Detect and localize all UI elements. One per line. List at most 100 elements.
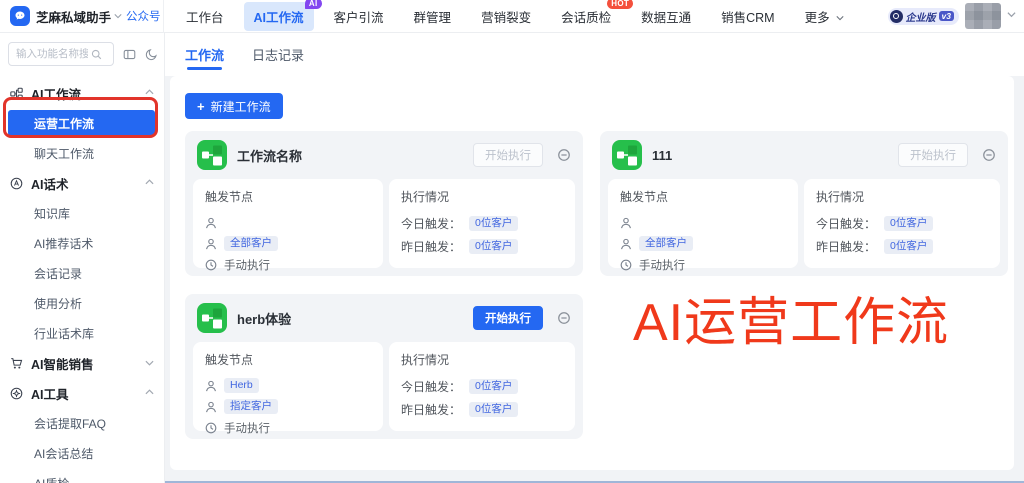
trigger-node-panel: 触发节点 Herb 指定客户 手动执行: [193, 342, 383, 431]
workflow-card: herb体验 开始执行 触发节点 Herb 指定客户: [185, 294, 583, 439]
clock-icon: [620, 259, 632, 271]
tab-workflow[interactable]: 工作流: [185, 33, 224, 76]
sidebar-item-ai-conversation-summary[interactable]: AI会话总结: [0, 438, 164, 468]
sidebar-item-operation-workflow[interactable]: 运营工作流: [8, 110, 155, 136]
workflow-panel: + 新建工作流 工作流名称 开始执行 触发节点 全部客户: [170, 76, 1014, 470]
person-icon: [205, 380, 217, 392]
sidebar-item-knowledge-base[interactable]: 知识库: [0, 198, 164, 228]
plan-badge[interactable]: 企业版 v3: [888, 8, 959, 25]
sidebar: AI工作流 运营工作流 聊天工作流 AI话术 知识库 AI推荐话术 会话记录 使…: [0, 33, 165, 483]
workflow-card-title: 111: [652, 148, 888, 163]
clock-icon: [205, 422, 217, 434]
chevron-down-icon: [145, 354, 154, 372]
app-window: 芝麻私域助手 公众号 工作台 AI工作流 AI 客户引流 群管理 营销裂变 会话…: [0, 0, 1024, 483]
start-run-button[interactable]: 开始执行: [898, 143, 968, 167]
trigger-node-panel: 触发节点 全部客户 手动执行: [193, 179, 383, 268]
sidebar-menu: AI工作流 运营工作流 聊天工作流 AI话术 知识库 AI推荐话术 会话记录 使…: [0, 78, 164, 483]
disable-circle-icon[interactable]: [557, 311, 571, 325]
sidebar-item-industry-script-library[interactable]: 行业话术库: [0, 318, 164, 348]
tab-log-records[interactable]: 日志记录: [252, 33, 304, 76]
execution-status-panel: 执行情况 今日触发： 0位客户 昨日触发： 0位客户: [389, 179, 575, 268]
topbar: 芝麻私域助手 公众号 工作台 AI工作流 AI 客户引流 群管理 营销裂变 会话…: [0, 0, 1024, 33]
nav-group-management[interactable]: 群管理: [404, 2, 462, 31]
topbar-right: 企业版 v3: [888, 3, 1024, 29]
execution-status-panel: 执行情况 今日触发： 0位客户 昨日触发： 0位客户: [389, 342, 575, 431]
sidebar-item-conversation-faq-extract[interactable]: 会话提取FAQ: [0, 408, 164, 438]
audience-tag: Herb: [224, 378, 259, 394]
hot-badge: HOT: [607, 0, 633, 9]
nav-data-exchange[interactable]: 数据互通: [631, 2, 701, 31]
tools-icon: [10, 387, 23, 400]
audience-tag: 全部客户: [639, 236, 693, 252]
sidebar-item-chat-workflow[interactable]: 聊天工作流: [0, 138, 164, 168]
sidebar-search-row: [8, 42, 158, 66]
nav-marketing-fission[interactable]: 营销裂变: [471, 2, 541, 31]
start-run-button[interactable]: 开始执行: [473, 143, 543, 167]
workflow-card-title: herb体验: [237, 309, 463, 328]
workflow-card: 111 开始执行 触发节点 全部客户 手动执行: [600, 131, 1008, 276]
brand-area[interactable]: 芝麻私域助手 公众号: [0, 0, 164, 33]
sidebar-item-ai-quality-check[interactable]: AI质检: [0, 468, 164, 483]
user-avatar[interactable]: [965, 3, 1001, 29]
today-trigger-count-tag: 0位客户: [469, 216, 518, 232]
version-badge: v3: [939, 11, 954, 21]
user-chevron-down-icon[interactable]: [1007, 10, 1016, 22]
person-icon: [205, 217, 217, 229]
new-workflow-button[interactable]: + 新建工作流: [185, 93, 283, 119]
nav-ai-workflow[interactable]: AI工作流 AI: [244, 2, 314, 31]
main-tabstrip: 工作流 日志记录: [165, 33, 1024, 76]
cart-icon: [10, 357, 23, 370]
person-icon: [620, 217, 632, 229]
nav-more[interactable]: 更多: [795, 2, 855, 31]
today-trigger-count-tag: 0位客户: [884, 216, 933, 232]
person-icon: [205, 401, 217, 413]
speech-icon: [10, 177, 23, 190]
chevron-up-icon: [145, 174, 154, 192]
today-trigger-count-tag: 0位客户: [469, 379, 518, 395]
nav-conversation-qc[interactable]: 会话质检 HOT: [551, 2, 621, 31]
sidebar-item-ai-recommended-scripts[interactable]: AI推荐话术: [0, 228, 164, 258]
dark-mode-moon-icon[interactable]: [145, 48, 158, 61]
brand-chevron-down-icon[interactable]: [114, 7, 122, 25]
disable-circle-icon[interactable]: [982, 148, 996, 162]
trigger-node-panel: 触发节点 全部客户 手动执行: [608, 179, 798, 268]
search-input[interactable]: [16, 48, 88, 60]
sidebar-section-ai-workflow[interactable]: AI工作流: [0, 78, 164, 108]
account-type-link[interactable]: 公众号: [126, 8, 161, 24]
person-icon: [620, 238, 632, 250]
yesterday-trigger-count-tag: 0位客户: [884, 239, 933, 255]
sidebar-section-ai-smart-sales[interactable]: AI智能销售: [0, 348, 164, 378]
yesterday-trigger-count-tag: 0位客户: [469, 239, 518, 255]
nav-customer-acquisition[interactable]: 客户引流: [324, 2, 394, 31]
sidebar-section-ai-scripts[interactable]: AI话术: [0, 168, 164, 198]
enterprise-icon: [890, 10, 903, 23]
collapse-sidebar-icon[interactable]: [123, 48, 136, 61]
search-input-wrap: [8, 42, 114, 66]
sidebar-item-conversation-records[interactable]: 会话记录: [0, 258, 164, 288]
disable-circle-icon[interactable]: [557, 148, 571, 162]
execution-status-panel: 执行情况 今日触发： 0位客户 昨日触发： 0位客户: [804, 179, 1000, 268]
nav-workbench[interactable]: 工作台: [176, 2, 234, 31]
chevron-up-icon: [145, 84, 154, 102]
nav-sales-crm[interactable]: 销售CRM: [711, 2, 784, 31]
workflow-green-icon: [197, 303, 227, 333]
more-chevron-down-icon: [836, 14, 844, 22]
audience-tag: 指定客户: [224, 399, 278, 415]
annotation-text: AI运营工作流: [633, 294, 949, 354]
ai-badge: AI: [305, 0, 322, 9]
workflow-card: 工作流名称 开始执行 触发节点 全部客户 手动执行: [185, 131, 583, 276]
sidebar-section-ai-tools[interactable]: AI工具: [0, 378, 164, 408]
yesterday-trigger-count-tag: 0位客户: [469, 402, 518, 418]
sidebar-item-usage-analysis[interactable]: 使用分析: [0, 288, 164, 318]
start-run-button[interactable]: 开始执行: [473, 306, 543, 330]
clock-icon: [205, 259, 217, 271]
search-icon: [91, 49, 102, 60]
workflow-green-icon: [612, 140, 642, 170]
workflow-green-icon: [197, 140, 227, 170]
plus-icon: +: [197, 99, 205, 114]
workflow-icon: [10, 87, 23, 100]
app-logo-icon: [10, 6, 30, 26]
chevron-up-icon: [145, 384, 154, 402]
person-icon: [205, 238, 217, 250]
workflow-card-title: 工作流名称: [237, 146, 463, 165]
